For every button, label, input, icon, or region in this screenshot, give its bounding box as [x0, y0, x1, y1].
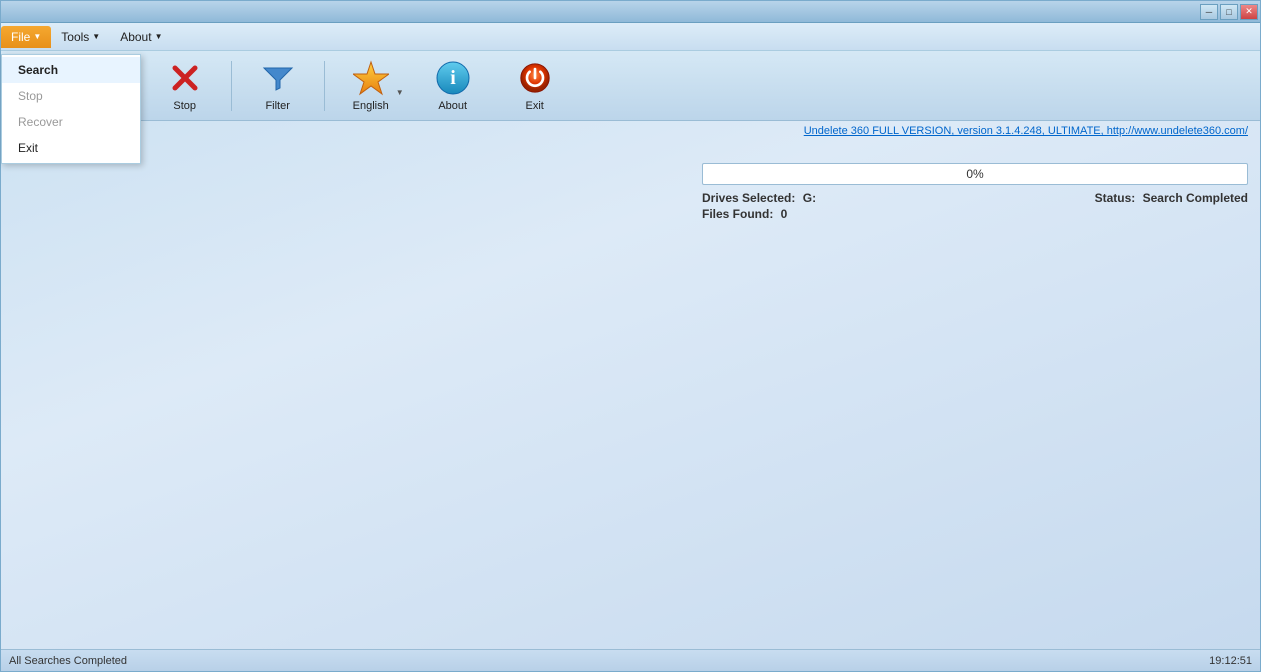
- about-icon: i: [435, 60, 471, 96]
- progress-bar: 0%: [702, 163, 1248, 185]
- progress-percent: 0%: [966, 167, 983, 181]
- files-found-value: 0: [781, 207, 788, 221]
- dropdown-stop: Stop: [2, 83, 140, 109]
- right-panel: 0% Drives Selected: G: Status: Search Co…: [690, 155, 1260, 229]
- file-menu[interactable]: File ▼ Search Stop Recover Exit: [1, 26, 51, 48]
- stop-icon: [167, 60, 203, 96]
- tools-menu-label: Tools: [61, 30, 89, 44]
- menu-bar: File ▼ Search Stop Recover Exit Tools ▼ …: [1, 23, 1260, 51]
- exit-button[interactable]: Exit: [495, 56, 575, 116]
- about-menu[interactable]: About ▼: [110, 26, 172, 48]
- dropdown-recover: Recover: [2, 109, 140, 135]
- dropdown-search[interactable]: Search: [2, 57, 140, 83]
- tools-menu[interactable]: Tools ▼: [51, 26, 110, 48]
- about-menu-label: About: [120, 30, 151, 44]
- filter-icon: [260, 60, 296, 96]
- stop-button[interactable]: Stop: [145, 56, 225, 116]
- close-button[interactable]: ✕: [1240, 4, 1258, 20]
- file-menu-label: File: [11, 30, 30, 44]
- status-label: Status:: [1095, 191, 1136, 205]
- file-dropdown: Search Stop Recover Exit: [1, 54, 141, 164]
- title-bar-controls: ─ □ ✕: [1200, 4, 1258, 20]
- status-value: Search Completed: [1143, 191, 1248, 205]
- drives-label: Drives Selected:: [702, 191, 795, 205]
- minimize-button[interactable]: ─: [1200, 4, 1218, 20]
- title-bar: ─ □ ✕: [1, 1, 1260, 23]
- main-window: ─ □ ✕ File ▼ Search Stop Recover Exit To…: [0, 0, 1261, 672]
- about-menu-arrow: ▼: [155, 32, 163, 41]
- about-button[interactable]: i About: [413, 56, 493, 116]
- restore-button[interactable]: □: [1220, 4, 1238, 20]
- files-found-label: Files Found:: [702, 207, 773, 221]
- exit-icon: [517, 60, 553, 96]
- drives-info: Drives Selected: G:: [702, 191, 816, 205]
- status-bar-time: 19:12:51: [1209, 655, 1252, 667]
- toolbar: Wipe Files Recover: [1, 51, 1260, 121]
- toolbar-separator-1: [231, 61, 232, 111]
- about-label: About: [438, 100, 467, 112]
- toolbar-separator-2: [324, 61, 325, 111]
- status-bar: All Searches Completed 19:12:51: [1, 649, 1260, 671]
- status-row: Drives Selected: G: Status: Search Compl…: [702, 189, 1248, 207]
- status-bar-message: All Searches Completed: [9, 655, 127, 667]
- filter-label: Filter: [265, 100, 289, 112]
- drives-value: G:: [803, 191, 816, 205]
- version-link[interactable]: Undelete 360 FULL VERSION, version 3.1.4…: [804, 125, 1248, 137]
- filter-button[interactable]: Filter: [238, 56, 318, 116]
- english-label: English: [353, 100, 389, 112]
- exit-label: Exit: [526, 100, 544, 112]
- dropdown-exit[interactable]: Exit: [2, 135, 140, 161]
- stop-label: Stop: [173, 100, 196, 112]
- tools-menu-arrow: ▼: [92, 32, 100, 41]
- english-dropdown-arrow: ▼: [396, 88, 404, 97]
- english-icon: [353, 60, 389, 96]
- svg-text:i: i: [450, 67, 456, 89]
- main-content: Undelete 360 FULL VERSION, version 3.1.4…: [1, 121, 1260, 671]
- english-button[interactable]: English ▼: [331, 56, 411, 116]
- file-menu-arrow: ▼: [33, 32, 41, 41]
- status-info: Status: Search Completed: [1095, 191, 1248, 205]
- files-found-row: Files Found: 0: [702, 207, 1248, 221]
